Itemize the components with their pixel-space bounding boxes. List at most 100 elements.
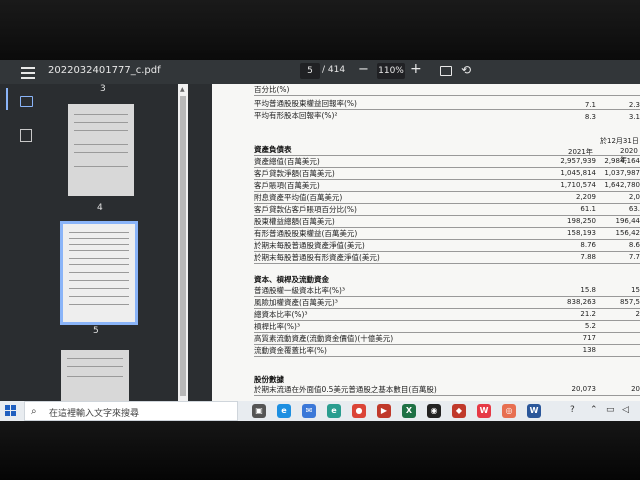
table-row-label: 流動資金覆蓋比率(%) [254,346,327,355]
pdf-page: 百分比(%) 平均普通股股東權益回報率(%) 7.1 2.3 平均有形股本回報率… [212,84,640,401]
outline-icon[interactable] [20,129,32,142]
search-icon: ⌕ [31,406,37,417]
qq-icon[interactable]: ◉ [427,404,441,418]
row-divider [254,356,640,357]
edge-dev-icon[interactable]: e [327,404,341,418]
table-cell: 2 [635,310,640,318]
search-placeholder: 在這裡輸入文字來搜尋 [49,409,140,419]
table-row-label: 槓桿比率(%)³ [254,322,300,331]
table-row-label: 資產總值(百萬美元) [254,157,320,166]
rail-active-indicator [6,88,8,110]
table-cell: 5.2 [584,322,596,330]
excel-icon[interactable]: X [402,404,416,418]
media-icon[interactable]: ▶ [377,404,391,418]
pdf-toolbar: 2022032401777_c.pdf 5 / 414 − 110% + ⟲ [0,60,640,84]
page-thumbnail[interactable] [61,350,129,401]
page-number-input[interactable]: 5 [300,63,320,79]
table-cell: 156,42 [615,229,640,237]
table-cell: 20 [631,385,640,393]
table-cell: 7.7 [628,253,640,261]
thumbnail-number: 3 [100,84,106,94]
word-icon[interactable]: W [527,404,541,418]
page-total: / 414 [322,65,346,75]
table-row-label: 於期末每股普通股資產淨值(美元) [254,241,365,250]
page-thumbnail[interactable] [68,104,134,196]
table-cell: 15.8 [580,286,596,294]
windows-start-icon[interactable] [5,405,17,417]
chrome-icon[interactable]: ● [352,404,366,418]
mail-icon[interactable]: ✉ [302,404,316,418]
taskbar-search-box[interactable]: ⌕ 在這裡輸入文字來搜尋 [24,401,238,421]
file-name: 2022032401777_c.pdf [48,65,161,76]
table-cell: 196,44 [615,217,640,225]
table-cell: 8.6 [628,241,640,249]
table-cell: 15 [631,286,640,294]
row-divider [254,308,640,309]
table-row-label: 於期末流通在外面值0.5美元普通股之基本數目(百萬股) [254,385,437,394]
table-cell: 21.2 [580,310,596,318]
edge-icon[interactable]: e [277,404,291,418]
row-divider [254,320,640,321]
volume-icon[interactable]: ◁ [622,405,629,415]
table-row-label: 平均有形股本回報率(%)² [254,111,338,120]
table-cell: 20,073 [571,385,597,393]
table-cell: 1,045,814 [560,169,596,177]
zoom-in-button[interactable]: + [410,61,422,77]
table-cell: 7.88 [580,253,596,261]
table-row-label: 總資本比率(%)³ [254,310,308,319]
table-cell: 1,710,574 [560,181,596,189]
table-cell: 8.76 [580,241,596,249]
zoom-out-button[interactable]: − [358,62,369,77]
menu-icon[interactable] [20,64,36,80]
table-row-label: 風險加權資產(百萬美元)³ [254,298,338,307]
task-view-icon[interactable]: ▣ [252,404,266,418]
table-row-label: 高質素流動資產(流動資金價值)(十億美元) [254,334,394,343]
table-cell: 8.3 [584,113,596,121]
table-row-label: 普通股權一級資本比率(%)³ [254,286,345,295]
table-cell: 198,250 [567,217,596,225]
app-icon[interactable]: ◆ [452,404,466,418]
thumbnail-number: 4 [97,203,103,213]
thumbnail-scrollbar[interactable]: ▲ [178,84,188,401]
table-cell: 1,642,780 [604,181,640,189]
scrollbar-thumb[interactable] [180,96,186,396]
table-cell: 717 [582,334,596,342]
table-cell: 2,984,164 [604,157,640,165]
row-divider [254,263,640,264]
table-row-label: 附息資產平均值(百萬美元) [254,193,343,202]
table-row-label: 於期末每股普通股有形資產淨值(美元) [254,253,380,262]
table-cell: 138 [582,346,596,354]
table-cell: 2.3 [628,101,640,109]
table-row-label: 客戶貸款佔客戶賬項百分比(%) [254,205,357,214]
thumbnail-number: 5 [93,326,99,336]
page-thumbnail-selected[interactable] [60,221,138,325]
table-cell: 838,263 [567,298,596,306]
help-icon[interactable]: ? [570,405,575,415]
table-cell: 2,0 [628,193,640,201]
screen-bezel-top [0,0,640,60]
tray-overflow-icon[interactable]: ⌃ [590,405,598,415]
table-cell: 857,5 [619,298,640,306]
table-cell: 158,193 [567,229,596,237]
table-row-label: 客戶賬項(百萬美元) [254,181,320,190]
row-divider [254,395,640,396]
app2-icon[interactable]: ◎ [502,404,516,418]
screen-bezel-bottom [0,421,640,480]
date-header: 於12月31日 [600,137,639,145]
table-cell: 63. [628,205,640,213]
table-cell: 3.1 [628,113,640,121]
weibo-icon[interactable]: W [477,404,491,418]
table-row-label: 有形普通股股東權益(百萬美元) [254,229,358,238]
network-icon[interactable]: ▭ [606,405,615,415]
scroll-up-icon[interactable]: ▲ [180,86,185,93]
table-cell: 2,957,939 [560,157,596,165]
rotate-icon[interactable]: ⟲ [461,63,471,77]
table-row-label: 平均普通股股東權益回報率(%) [254,99,357,108]
table-cell: 7.1 [584,101,596,109]
table-cell: 2,209 [575,193,596,201]
table-row-label: 客戶貸款淨額(百萬美元) [254,169,335,178]
table-row-label: 股東權益總額(百萬美元) [254,217,335,226]
zoom-level-input[interactable]: 110% [377,63,405,79]
thumbnails-icon[interactable] [20,96,33,107]
fit-page-icon[interactable] [440,66,452,76]
